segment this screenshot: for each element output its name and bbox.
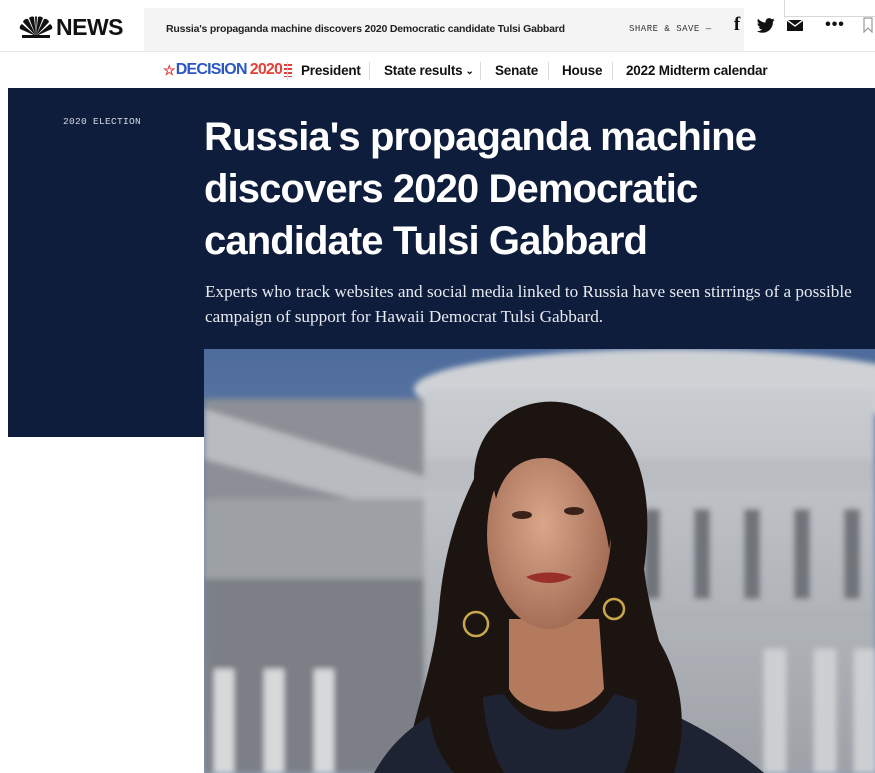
nav-divider xyxy=(612,62,613,80)
bookmark-icon[interactable] xyxy=(862,16,874,34)
decision-year: 2020 xyxy=(249,61,283,78)
site-header: NEWS Russia's propaganda machine discove… xyxy=(0,0,875,51)
headline-line: candidate Tulsi Gabbard xyxy=(204,219,648,263)
facebook-icon[interactable]: f xyxy=(731,14,743,35)
share-save-label: SHARE & SAVE — xyxy=(629,24,712,34)
chevron-down-icon: ⌄ xyxy=(465,66,474,77)
nav-item-house[interactable]: House xyxy=(562,63,602,78)
logo-text: NEWS xyxy=(56,13,124,40)
star-icon: ☆ xyxy=(163,61,176,78)
nav-item-state-results[interactable]: State results ⌄ xyxy=(384,63,474,78)
decision-2020-nav: ☆ DECISION 2020 President State results ⌄… xyxy=(0,52,875,88)
header-article-title: Russia's propaganda machine discovers 20… xyxy=(166,23,565,35)
email-icon[interactable] xyxy=(787,16,803,34)
nbc-peacock-icon xyxy=(19,16,53,38)
nav-divider xyxy=(548,62,549,80)
article-headline: Russia's propaganda machine discovers 20… xyxy=(204,111,864,267)
article-eyebrow[interactable]: 2020 ELECTION xyxy=(63,116,141,127)
lead-photo[interactable] xyxy=(204,349,875,773)
headline-line: Russia's propaganda machine xyxy=(204,115,757,159)
nav-item-state-results-label: State results xyxy=(384,63,463,78)
decision-2020-logo[interactable]: ☆ DECISION 2020 xyxy=(163,61,293,79)
article-dek: Experts who track websites and social me… xyxy=(205,282,852,326)
more-icon[interactable]: ••• xyxy=(824,16,846,34)
dropdown-overlay-box xyxy=(784,0,875,17)
nav-divider xyxy=(480,62,481,80)
lead-photo-illustration xyxy=(204,349,875,773)
nav-item-midterm-calendar[interactable]: 2022 Midterm calendar xyxy=(626,63,768,78)
nav-item-senate[interactable]: Senate xyxy=(495,63,538,78)
flag-stripes-icon xyxy=(284,63,293,77)
decision-word: DECISION xyxy=(175,61,248,78)
nav-divider xyxy=(287,62,288,80)
headline-line: discovers 2020 Democratic xyxy=(204,167,698,211)
nbc-news-logo[interactable]: NEWS xyxy=(19,13,124,40)
nav-item-president[interactable]: President xyxy=(301,63,361,78)
nav-divider xyxy=(369,62,370,80)
twitter-icon[interactable] xyxy=(757,16,775,34)
